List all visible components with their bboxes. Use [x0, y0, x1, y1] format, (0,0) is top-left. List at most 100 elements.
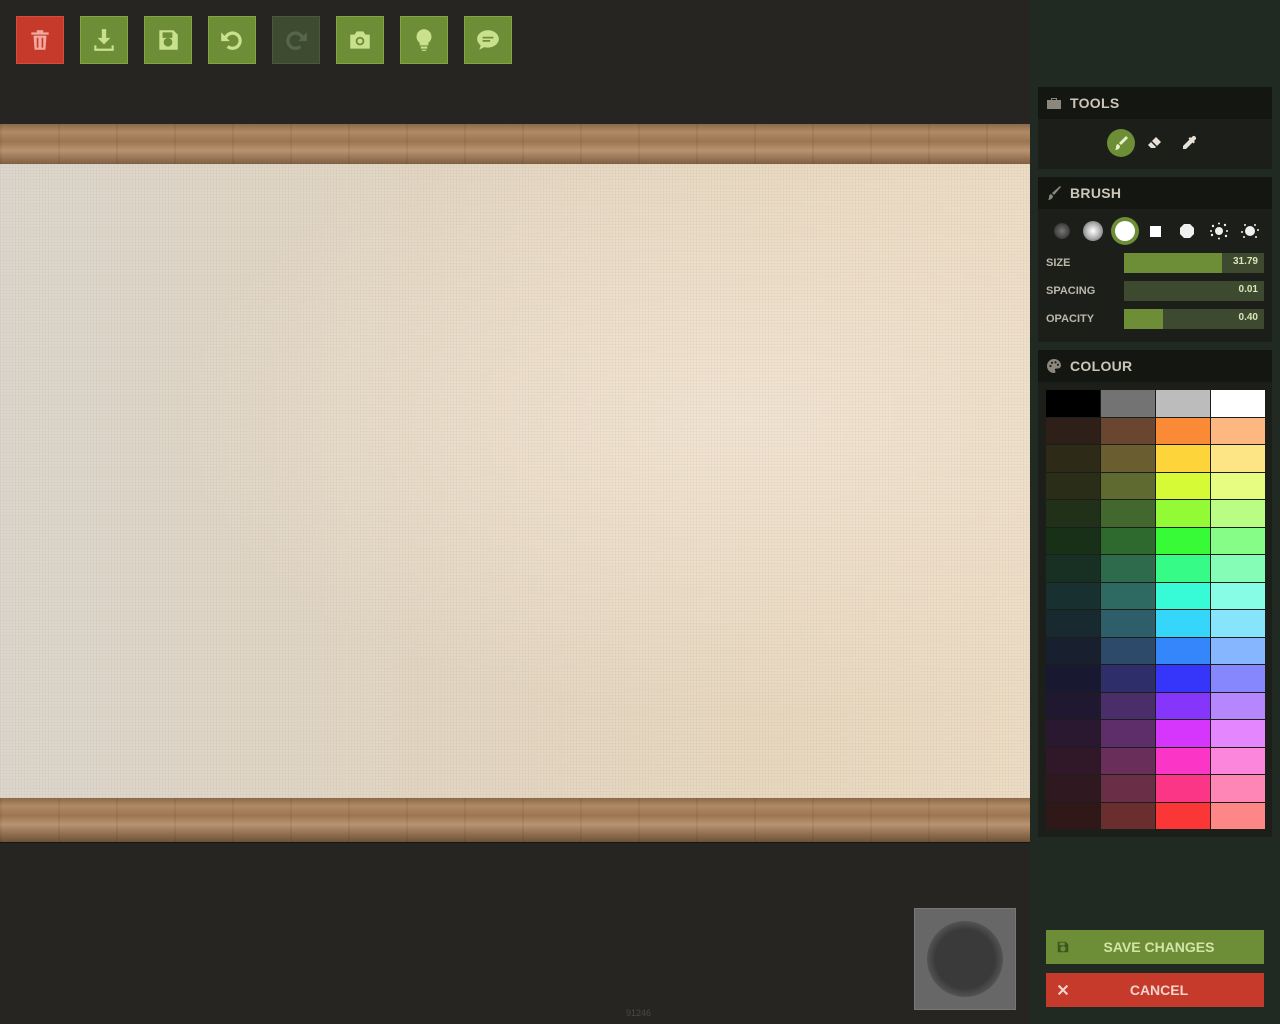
colour-swatch[interactable] — [1156, 610, 1210, 637]
brush-shape-splatter-2[interactable] — [1236, 217, 1264, 245]
colour-header: COLOUR — [1038, 350, 1272, 382]
brush-title: BRUSH — [1070, 185, 1122, 201]
colour-swatch[interactable] — [1101, 610, 1155, 637]
save-button[interactable] — [144, 16, 192, 64]
brush-icon — [1115, 136, 1128, 150]
colour-swatch[interactable] — [1156, 390, 1210, 417]
colour-swatch[interactable] — [1046, 665, 1100, 692]
save-changes-button[interactable]: SAVE CHANGES — [1046, 930, 1264, 964]
colour-swatch[interactable] — [1046, 802, 1100, 829]
colour-swatch[interactable] — [1156, 527, 1210, 554]
colour-swatch[interactable] — [1211, 775, 1265, 802]
cancel-button[interactable]: CANCEL — [1046, 973, 1264, 1007]
colour-swatch[interactable] — [1101, 720, 1155, 747]
colour-swatch[interactable] — [1046, 582, 1100, 609]
colour-swatch[interactable] — [1046, 747, 1100, 774]
colour-swatch[interactable] — [1156, 802, 1210, 829]
size-slider-fill — [1124, 253, 1222, 273]
colour-swatch[interactable] — [1211, 665, 1265, 692]
colour-swatch[interactable] — [1211, 417, 1265, 444]
colour-swatch[interactable] — [1046, 637, 1100, 664]
lightbulb-button[interactable] — [400, 16, 448, 64]
tools-title: TOOLS — [1070, 95, 1120, 111]
colour-swatch[interactable] — [1156, 445, 1210, 472]
camera-button[interactable] — [336, 16, 384, 64]
eraser-tool[interactable] — [1141, 129, 1169, 157]
brush-shape-soft-medium[interactable] — [1079, 217, 1107, 245]
colour-swatch[interactable] — [1211, 555, 1265, 582]
redo-button[interactable] — [272, 16, 320, 64]
spacing-slider[interactable]: 0.01 — [1124, 281, 1264, 301]
colour-swatch[interactable] — [1101, 527, 1155, 554]
opacity-slider-fill — [1124, 309, 1164, 329]
colour-swatch[interactable] — [1156, 472, 1210, 499]
colour-swatch[interactable] — [1046, 527, 1100, 554]
size-slider[interactable]: 31.79 — [1124, 253, 1264, 273]
undo-icon — [221, 31, 242, 50]
colour-swatch[interactable] — [1156, 500, 1210, 527]
colour-swatch[interactable] — [1101, 500, 1155, 527]
colour-swatch[interactable] — [1101, 390, 1155, 417]
colour-swatch[interactable] — [1156, 692, 1210, 719]
colour-swatch[interactable] — [1046, 610, 1100, 637]
brush-shape-circle-hard[interactable] — [1110, 217, 1139, 245]
colour-swatch[interactable] — [1211, 720, 1265, 747]
brush-tool[interactable] — [1107, 129, 1135, 157]
colour-swatch[interactable] — [1046, 390, 1100, 417]
undo-button[interactable] — [208, 16, 256, 64]
brush-shape-soft-small[interactable] — [1048, 217, 1076, 245]
colour-swatch[interactable] — [1046, 500, 1100, 527]
close-icon — [1057, 984, 1069, 996]
colour-swatch[interactable] — [1156, 720, 1210, 747]
footer-id-text: 91246 — [626, 1008, 652, 1018]
chat-button[interactable] — [464, 16, 512, 64]
colour-swatch[interactable] — [1211, 692, 1265, 719]
colour-swatch[interactable] — [1101, 555, 1155, 582]
colour-swatch[interactable] — [1101, 582, 1155, 609]
opacity-value: 0.40 — [1238, 312, 1258, 323]
colour-swatch[interactable] — [1101, 775, 1155, 802]
colour-swatch[interactable] — [1156, 747, 1210, 774]
colour-swatch[interactable] — [1156, 555, 1210, 582]
colour-swatch[interactable] — [1046, 445, 1100, 472]
opacity-slider[interactable]: 0.40 — [1124, 309, 1264, 329]
save-changes-label: SAVE CHANGES — [1103, 939, 1215, 955]
colour-swatch[interactable] — [1046, 720, 1100, 747]
painting-canvas[interactable] — [0, 164, 1030, 798]
colour-swatch[interactable] — [1101, 802, 1155, 829]
colour-swatch[interactable] — [1101, 472, 1155, 499]
colour-swatch[interactable] — [1211, 610, 1265, 637]
colour-swatch[interactable] — [1211, 445, 1265, 472]
colour-swatch[interactable] — [1046, 472, 1100, 499]
colour-swatch[interactable] — [1156, 775, 1210, 802]
colour-swatch[interactable] — [1046, 417, 1100, 444]
spacing-label: SPACING — [1046, 285, 1096, 297]
colour-swatch[interactable] — [1046, 692, 1100, 719]
colour-swatch[interactable] — [1211, 637, 1265, 664]
colour-swatch[interactable] — [1046, 555, 1100, 582]
colour-swatch[interactable] — [1046, 775, 1100, 802]
colour-swatch[interactable] — [1101, 692, 1155, 719]
colour-swatch[interactable] — [1101, 637, 1155, 664]
colour-swatch[interactable] — [1211, 472, 1265, 499]
colour-swatch[interactable] — [1156, 637, 1210, 664]
brush-shape-splatter[interactable] — [1205, 217, 1233, 245]
colour-swatch[interactable] — [1211, 802, 1265, 829]
colour-swatch[interactable] — [1101, 417, 1155, 444]
eyedropper-tool[interactable] — [1175, 129, 1203, 157]
colour-swatch[interactable] — [1211, 500, 1265, 527]
colour-swatch[interactable] — [1211, 527, 1265, 554]
colour-swatch[interactable] — [1156, 665, 1210, 692]
trash-button[interactable] — [16, 16, 64, 64]
colour-swatch[interactable] — [1156, 582, 1210, 609]
colour-swatch[interactable] — [1211, 582, 1265, 609]
download-button[interactable] — [80, 16, 128, 64]
colour-swatch[interactable] — [1211, 390, 1265, 417]
colour-swatch[interactable] — [1101, 747, 1155, 774]
colour-swatch[interactable] — [1211, 747, 1265, 774]
brush-shape-octagon[interactable] — [1173, 217, 1201, 245]
colour-swatch[interactable] — [1101, 445, 1155, 472]
colour-swatch[interactable] — [1101, 665, 1155, 692]
brush-shape-square[interactable] — [1142, 217, 1170, 245]
colour-swatch[interactable] — [1156, 417, 1210, 444]
